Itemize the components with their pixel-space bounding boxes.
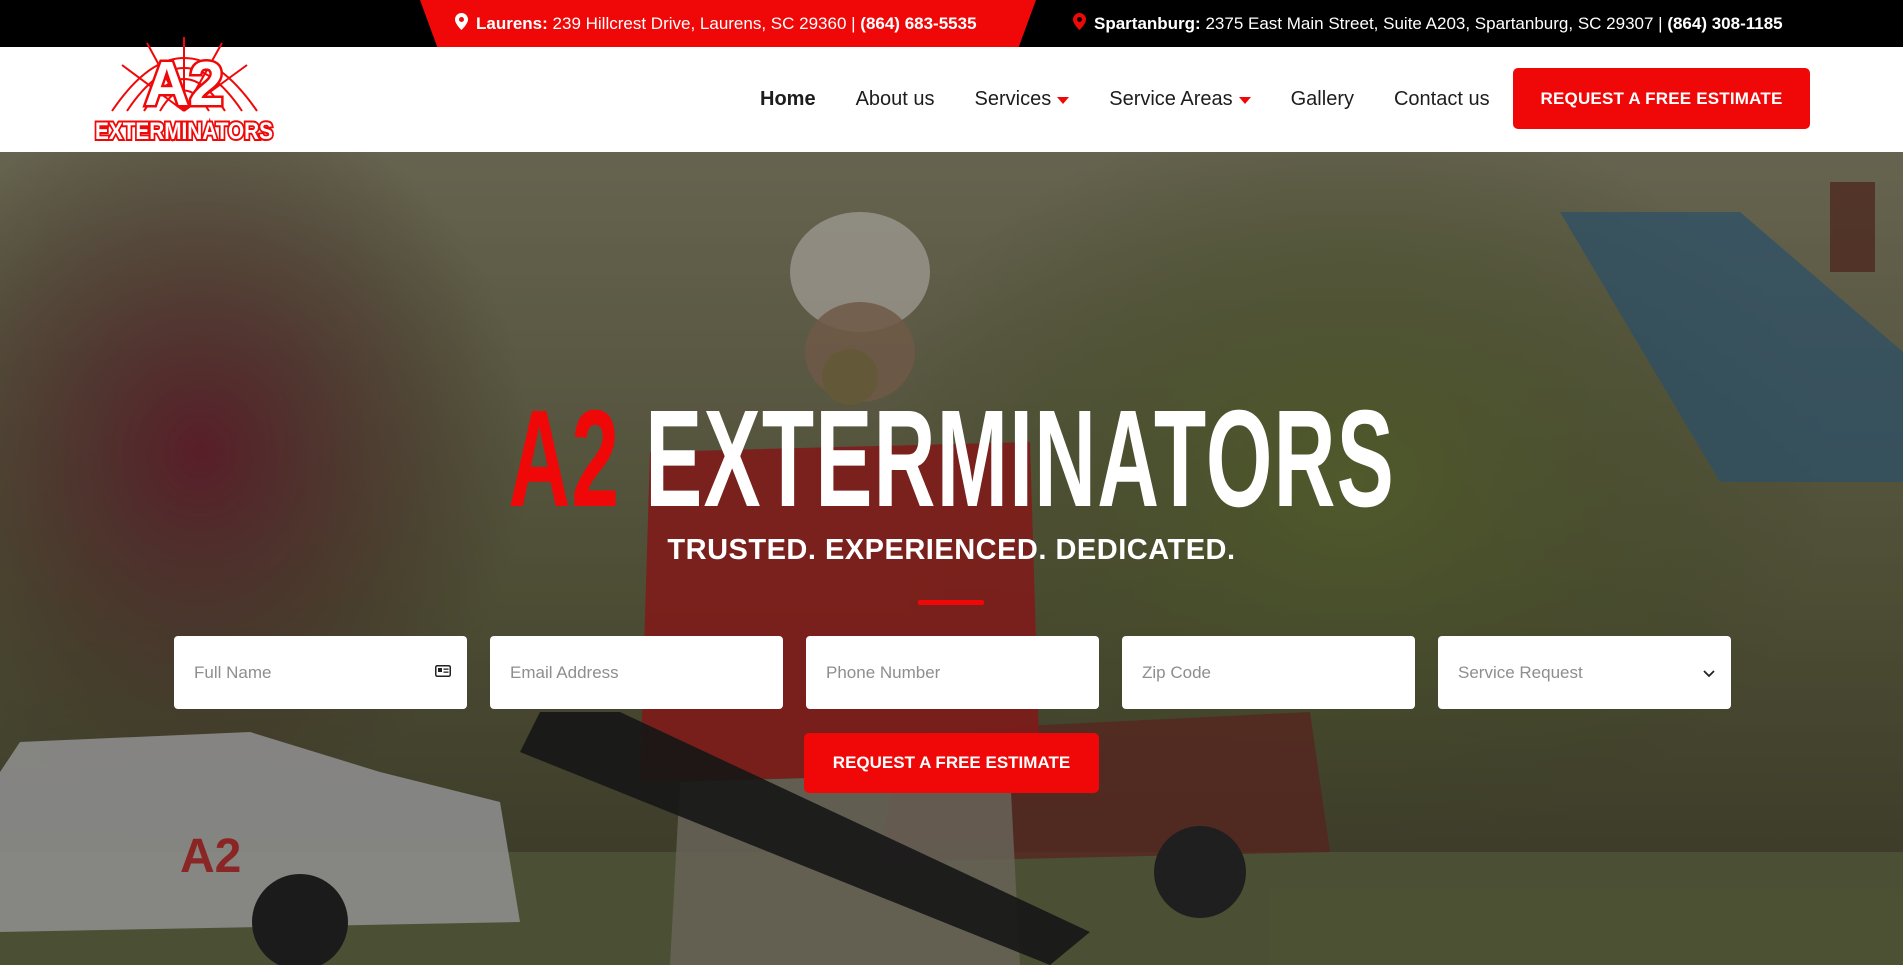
service-request-select[interactable]: Service Request	[1438, 636, 1731, 709]
map-pin-icon	[455, 12, 468, 35]
a2-exterminators-logo[interactable]: A2 EXTERMINATORS	[92, 15, 277, 148]
email-field[interactable]	[490, 636, 783, 709]
full-name-field[interactable]	[174, 636, 467, 709]
hero-request-estimate-button[interactable]: REQUEST A FREE ESTIMATE	[804, 733, 1099, 793]
laurens-city: Laurens:	[476, 13, 548, 33]
headline-brand-red: A2	[508, 382, 621, 536]
spartanburg-city: Spartanburg:	[1094, 13, 1201, 33]
site-header: A2 EXTERMINATORS Home About us Services …	[0, 37, 1903, 152]
spartanburg-address: Spartanburg: 2375 East Main Street, Suit…	[1073, 0, 1783, 47]
map-pin-icon	[1073, 12, 1086, 35]
contact-card-icon	[435, 664, 451, 682]
request-estimate-button[interactable]: REQUEST A FREE ESTIMATE	[1513, 68, 1810, 129]
hero-headline: A2 EXTERMINATORS	[362, 390, 1542, 528]
headline-brand-white: EXTERMINATORS	[645, 382, 1396, 536]
chevron-down-icon	[1703, 665, 1715, 683]
laurens-address: Laurens: 239 Hillcrest Drive, Laurens, S…	[455, 0, 977, 47]
nav-home[interactable]: Home	[760, 88, 816, 111]
spartanburg-street: 2375 East Main Street, Suite A203, Spart…	[1205, 13, 1663, 33]
nav-about-us[interactable]: About us	[856, 88, 935, 111]
red-divider	[918, 600, 984, 605]
zip-field[interactable]	[1122, 636, 1415, 709]
zip-input[interactable]	[1142, 662, 1362, 683]
caret-down-icon	[1057, 97, 1070, 104]
spartanburg-phone-link[interactable]: (864) 308-1185	[1667, 14, 1782, 34]
nav-contact-us[interactable]: Contact us	[1394, 88, 1490, 111]
nav-gallery[interactable]: Gallery	[1291, 88, 1354, 111]
nav-service-areas[interactable]: Service Areas	[1109, 88, 1251, 111]
laurens-street: 239 Hillcrest Drive, Laurens, SC 29360 |	[552, 13, 856, 33]
svg-text:EXTERMINATORS: EXTERMINATORS	[95, 118, 273, 145]
hero-section: A2 A2 EXTERMINATORS TRUSTED. EXPERIENCED…	[0, 152, 1903, 965]
laurens-phone-link[interactable]: (864) 683-5535	[860, 14, 976, 34]
phone-input[interactable]	[826, 662, 1046, 683]
email-input[interactable]	[510, 662, 730, 683]
nav-services[interactable]: Services	[975, 88, 1070, 111]
svg-text:A2: A2	[144, 50, 223, 119]
full-name-input[interactable]	[194, 662, 414, 683]
phone-field[interactable]	[806, 636, 1099, 709]
caret-down-icon	[1238, 97, 1251, 104]
hero-tagline: TRUSTED. EXPERIENCED. DEDICATED.	[667, 534, 1236, 566]
top-address-bar: Laurens: 239 Hillcrest Drive, Laurens, S…	[0, 0, 1903, 47]
service-request-value: Service Request	[1458, 662, 1583, 682]
main-nav: Home About us Services Service Areas Gal…	[760, 47, 1530, 152]
